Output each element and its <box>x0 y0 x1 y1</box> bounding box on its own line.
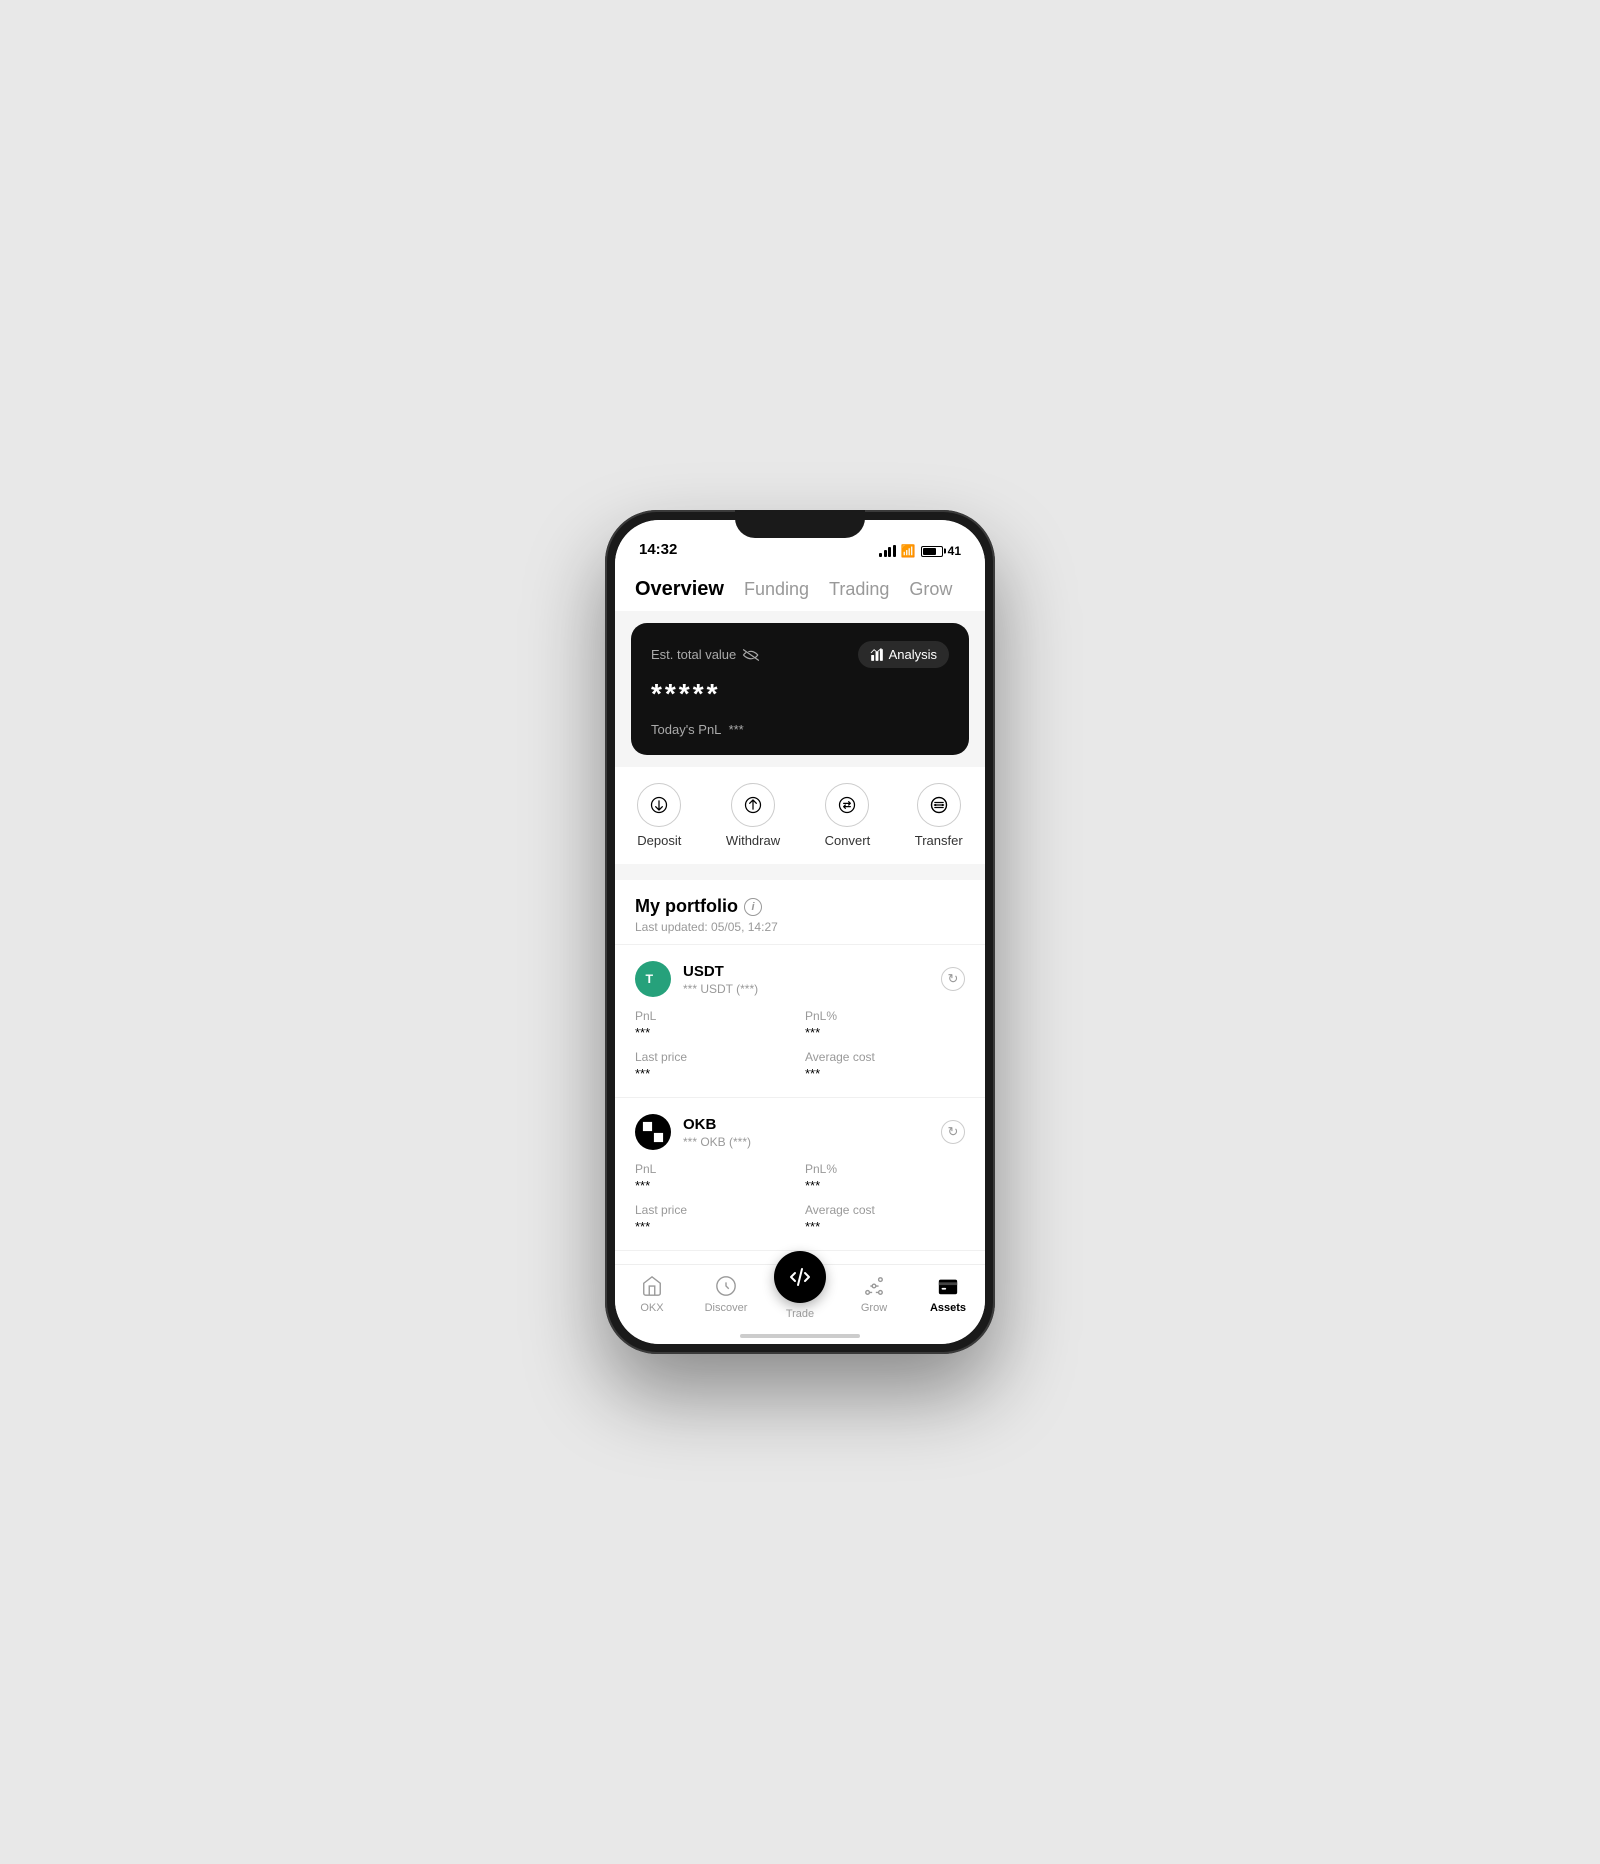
avg-cost-value-okb: *** <box>805 1219 965 1234</box>
avg-cost-group-usdt: Average cost *** <box>805 1050 965 1081</box>
asset-name-group-usdt: USDT *** USDT (***) <box>683 963 758 996</box>
assets-label: Assets <box>930 1302 966 1314</box>
transfer-icon <box>917 783 961 827</box>
card-header: Est. total value Analysis <box>651 641 949 668</box>
status-time: 14:32 <box>639 541 677 558</box>
phone-frame: 14:32 📶 41 Overview Fundi <box>605 510 995 1354</box>
asset-info-usdt: T USDT *** USDT (***) <box>635 961 758 997</box>
section-title: My portfolio i <box>635 896 965 917</box>
asset-name-usdt: USDT <box>683 963 758 980</box>
bottom-nav-grow[interactable]: Grow <box>837 1273 911 1314</box>
asset-item-okb: OKB *** OKB (***) ↻ PnL *** PnL% *** <box>615 1098 985 1251</box>
bottom-nav-trade[interactable]: Trade <box>763 1265 837 1320</box>
trade-label: Trade <box>786 1308 814 1320</box>
battery-level: 41 <box>948 544 961 558</box>
info-icon[interactable]: i <box>744 898 762 916</box>
tab-trading[interactable]: Trading <box>829 579 889 600</box>
bottom-nav-discover[interactable]: Discover <box>689 1273 763 1314</box>
notch <box>735 510 865 538</box>
bottom-nav-okx[interactable]: OKX <box>615 1273 689 1314</box>
chart-icon <box>870 648 884 662</box>
assets-icon <box>937 1273 959 1299</box>
transfer-label: Transfer <box>915 833 963 848</box>
withdraw-label: Withdraw <box>726 833 780 848</box>
convert-icon <box>825 783 869 827</box>
convert-label: Convert <box>825 833 871 848</box>
avg-cost-label: Average cost <box>805 1050 965 1064</box>
asset-name-group-okb: OKB *** OKB (***) <box>683 1116 751 1149</box>
pnl-label: PnL <box>635 1009 795 1023</box>
asset-item-usdt: T USDT *** USDT (***) ↻ PnL *** <box>615 945 985 1098</box>
home-icon <box>641 1273 663 1299</box>
discover-icon <box>715 1273 737 1299</box>
bottom-nav: OKX Discover Trade <box>615 1264 985 1344</box>
okx-label: OKX <box>640 1302 663 1314</box>
deposit-button[interactable]: Deposit <box>637 783 681 848</box>
refresh-icon-okb[interactable]: ↻ <box>941 1120 965 1144</box>
okb-logo <box>635 1114 671 1150</box>
pnl-percent-group-usdt: PnL% *** <box>805 1009 965 1040</box>
asset-header-usdt: T USDT *** USDT (***) ↻ <box>635 961 965 997</box>
last-price-value-usdt: *** <box>635 1066 795 1081</box>
pnl-group-usdt: PnL *** <box>635 1009 795 1040</box>
avg-cost-value-usdt: *** <box>805 1066 965 1081</box>
withdraw-button[interactable]: Withdraw <box>726 783 780 848</box>
hide-icon[interactable] <box>742 648 760 662</box>
refresh-icon-usdt[interactable]: ↻ <box>941 967 965 991</box>
last-price-label: Last price <box>635 1050 795 1064</box>
section-subtitle: Last updated: 05/05, 14:27 <box>635 920 965 934</box>
asset-name-okb: OKB <box>683 1116 751 1133</box>
analysis-button[interactable]: Analysis <box>858 641 949 668</box>
withdraw-icon <box>731 783 775 827</box>
discover-label: Discover <box>705 1302 748 1314</box>
asset-stats-okb: PnL *** PnL% *** Last price *** Average … <box>635 1162 965 1234</box>
signal-icon <box>879 545 896 557</box>
last-price-value-okb: *** <box>635 1219 795 1234</box>
grow-icon <box>863 1273 885 1299</box>
usdt-logo: T <box>635 961 671 997</box>
portfolio-card: Est. total value Analysis <box>631 623 969 755</box>
status-icons: 📶 41 <box>879 544 961 558</box>
grow-label: Grow <box>861 1302 887 1314</box>
avg-cost-group-okb: Average cost *** <box>805 1203 965 1234</box>
pnl-value-okb: *** <box>635 1178 795 1193</box>
asset-header-okb: OKB *** OKB (***) ↻ <box>635 1114 965 1150</box>
tab-overview[interactable]: Overview <box>635 578 724 601</box>
pnl-percent-value-usdt: *** <box>805 1025 965 1040</box>
battery-icon <box>921 546 943 557</box>
portfolio-pnl: Today's PnL *** <box>651 722 949 737</box>
trade-center-icon[interactable] <box>774 1251 826 1303</box>
pnl-percent-label: PnL% <box>805 1009 965 1023</box>
divider-1 <box>615 872 985 880</box>
card-label: Est. total value <box>651 647 760 662</box>
bottom-nav-assets[interactable]: Assets <box>911 1273 985 1314</box>
phone-screen: 14:32 📶 41 Overview Fundi <box>615 520 985 1344</box>
screen-content[interactable]: Overview Funding Trading Grow Est. total… <box>615 564 985 1264</box>
tab-funding[interactable]: Funding <box>744 579 809 600</box>
deposit-icon <box>637 783 681 827</box>
last-price-group-usdt: Last price *** <box>635 1050 795 1081</box>
portfolio-section-header: My portfolio i Last updated: 05/05, 14:2… <box>615 880 985 945</box>
transfer-button[interactable]: Transfer <box>915 783 963 848</box>
pnl-percent-group-okb: PnL% *** <box>805 1162 965 1193</box>
home-indicator <box>740 1334 860 1338</box>
asset-info-okb: OKB *** OKB (***) <box>635 1114 751 1150</box>
asset-stats-usdt: PnL *** PnL% *** Last price *** Average … <box>635 1009 965 1081</box>
pnl-group-okb: PnL *** <box>635 1162 795 1193</box>
pnl-value-usdt: *** <box>635 1025 795 1040</box>
last-price-group-okb: Last price *** <box>635 1203 795 1234</box>
svg-text:T: T <box>645 972 653 986</box>
portfolio-value: ***** <box>651 678 949 710</box>
asset-amount-okb: *** OKB (***) <box>683 1135 751 1149</box>
convert-button[interactable]: Convert <box>825 783 871 848</box>
deposit-label: Deposit <box>637 833 681 848</box>
wifi-icon: 📶 <box>901 544 916 558</box>
tab-grow[interactable]: Grow <box>909 579 952 600</box>
pnl-percent-value-okb: *** <box>805 1178 965 1193</box>
quick-actions: Deposit Withdraw <box>615 767 985 864</box>
asset-amount-usdt: *** USDT (***) <box>683 982 758 996</box>
nav-tabs: Overview Funding Trading Grow <box>615 564 985 611</box>
